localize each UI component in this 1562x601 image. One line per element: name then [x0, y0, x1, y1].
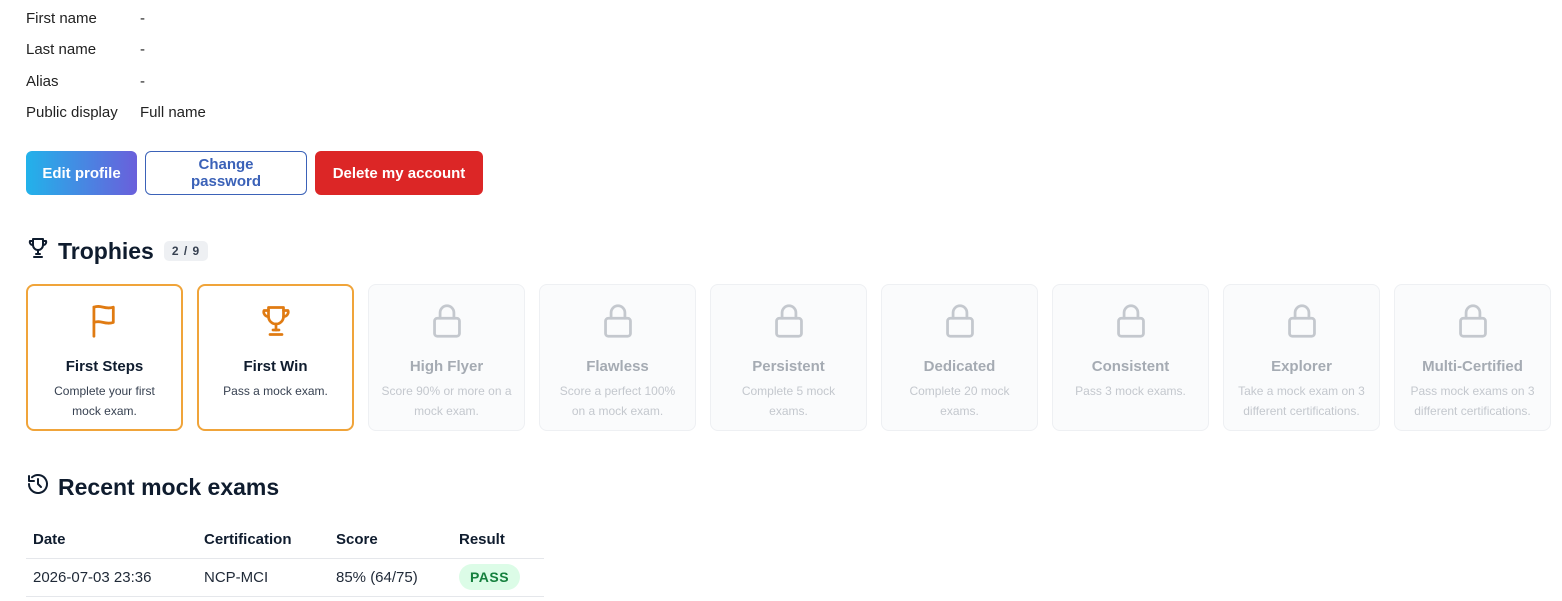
pass-badge: PASS [459, 564, 521, 590]
trophy-name: Persistent [752, 358, 825, 375]
lock-icon [430, 301, 464, 341]
column-header-result: Result [452, 522, 544, 559]
trophy-desc: Complete your first mock exam. [54, 384, 155, 418]
trophy-desc: Score a perfect 100% on a mock exam. [559, 384, 676, 418]
trophy-card-consistent: Consistent Pass 3 mock exams. [1052, 284, 1209, 431]
trophy-card-persistent: Persistent Complete 5 mock exams. [710, 284, 867, 431]
exam-result-cell: PASS [452, 558, 544, 597]
lock-icon [1114, 301, 1148, 341]
trophies-heading: Trophies 2 / 9 [26, 236, 209, 266]
profile-row-first-name: First name - [26, 3, 206, 34]
edit-profile-button[interactable]: Edit profile [26, 151, 137, 195]
delete-account-button[interactable]: Delete my account [315, 151, 483, 195]
trophy-name: Flawless [586, 358, 649, 375]
trophy-name: Multi-Certified [1422, 358, 1523, 375]
flag-icon [88, 301, 122, 341]
field-value: Full name [140, 104, 206, 122]
recent-exams-table: Date Certification Score Result 2026-07-… [26, 522, 544, 597]
trophy-name: First Steps [65, 358, 144, 375]
trophy-card-first-win: First Win Pass a mock exam. [197, 284, 354, 431]
trophies-count-badge: 2 / 9 [163, 241, 209, 261]
trophy-name: High Flyer [409, 358, 484, 375]
trophy-card-flawless: Flawless Score a perfect 100% on a mock … [539, 284, 696, 431]
field-label: First name [26, 10, 97, 28]
lock-icon [943, 301, 977, 341]
field-value: - [140, 72, 145, 90]
trophy-desc: Complete 5 mock exams. [741, 384, 836, 418]
trophy-name: First Win [243, 358, 308, 375]
column-header-date: Date [26, 522, 197, 559]
table-row: 2026-07-03 23:36 NCP-MCI 85% (64/75) PAS… [26, 558, 544, 597]
trophy-card-dedicated: Dedicated Complete 20 mock exams. [881, 284, 1038, 431]
trophy-card-multi-certified: Multi-Certified Pass mock exams on 3 dif… [1394, 284, 1551, 431]
recent-exams-title: Recent mock exams [58, 473, 280, 500]
trophy-desc: Score 90% or more on a mock exam. [381, 384, 512, 418]
trophy-icon [258, 301, 294, 341]
profile-actions: Edit profile Change password Delete my a… [26, 151, 483, 195]
profile-row-last-name: Last name - [26, 34, 206, 65]
field-value: - [140, 10, 145, 28]
lock-icon [1285, 301, 1319, 341]
lock-icon [1456, 301, 1490, 341]
trophy-name: Consistent [1091, 358, 1170, 375]
profile-row-public-display: Public display Full name [26, 97, 206, 128]
trophy-desc: Complete 20 mock exams. [909, 384, 1010, 418]
trophy-desc: Pass 3 mock exams. [1075, 384, 1186, 398]
column-header-certification: Certification [197, 522, 329, 559]
trophy-name: Explorer [1271, 358, 1332, 375]
recent-exams-heading: Recent mock exams [26, 472, 279, 502]
trophy-desc: Pass a mock exam. [223, 384, 328, 398]
trophy-desc: Pass mock exams on 3 different certifica… [1410, 384, 1535, 418]
trophy-card-explorer: Explorer Take a mock exam on 3 different… [1223, 284, 1380, 431]
profile-details: First name - Last name - Alias - Public … [26, 3, 206, 128]
exam-certification: NCP-MCI [197, 558, 329, 597]
field-label: Public display [26, 104, 118, 122]
history-icon [26, 472, 58, 502]
trophy-card-first-steps: First Steps Complete your first mock exa… [26, 284, 183, 431]
field-label: Last name [26, 41, 97, 59]
trophy-name: Dedicated [923, 358, 996, 375]
trophy-desc: Take a mock exam on 3 different certific… [1238, 384, 1365, 418]
profile-row-alias: Alias - [26, 66, 206, 97]
exam-score: 85% (64/75) [329, 558, 452, 597]
trophy-grid: First Steps Complete your first mock exa… [26, 284, 1551, 431]
field-label: Alias [26, 72, 59, 90]
change-password-button[interactable]: Change password [145, 151, 307, 195]
table-header-row: Date Certification Score Result [26, 522, 544, 559]
trophy-card-high-flyer: High Flyer Score 90% or more on a mock e… [368, 284, 525, 431]
lock-icon [601, 301, 635, 341]
column-header-score: Score [329, 522, 452, 559]
trophies-title: Trophies [58, 237, 154, 264]
lock-icon [772, 301, 806, 341]
field-value: - [140, 41, 145, 59]
trophy-icon [26, 236, 58, 266]
exam-date: 2026-07-03 23:36 [26, 558, 197, 597]
